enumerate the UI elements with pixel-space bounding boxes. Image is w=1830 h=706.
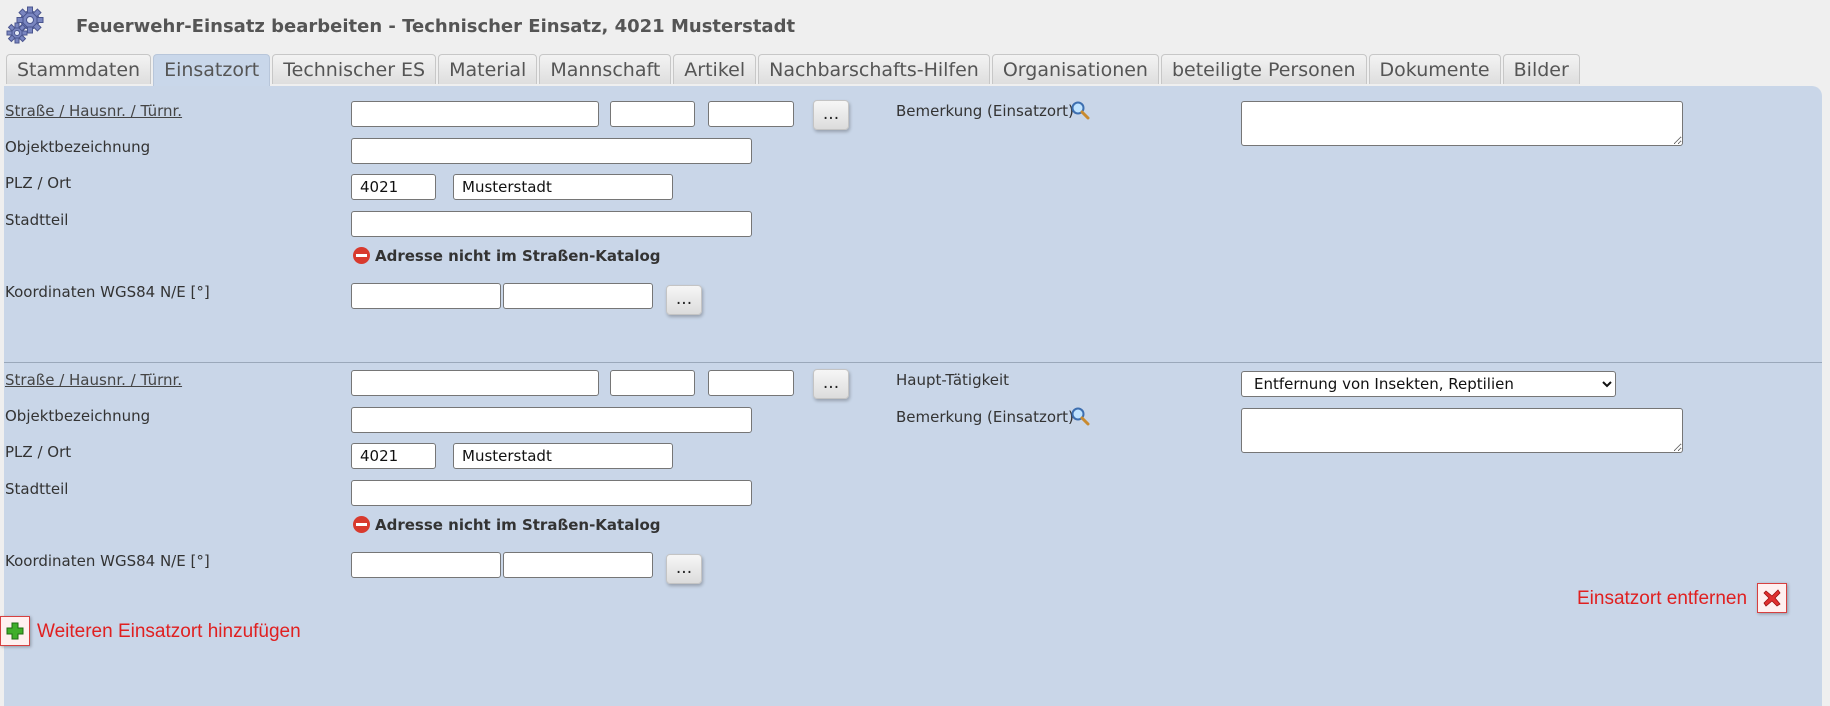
- city-input[interactable]: [453, 443, 673, 469]
- street-label[interactable]: Straße / Hausnr. / Türnr.: [5, 371, 182, 389]
- object-label: Objektbezeichnung: [5, 407, 151, 425]
- remark-textarea[interactable]: [1241, 101, 1683, 146]
- longitude-input[interactable]: [503, 552, 653, 578]
- tab-stammdaten[interactable]: Stammdaten: [6, 54, 152, 84]
- latitude-input[interactable]: [351, 283, 501, 309]
- coords-lookup-button[interactable]: ...: [666, 554, 702, 584]
- red-x-icon: [1763, 589, 1781, 607]
- zip-input[interactable]: [351, 443, 436, 469]
- zip-city-label: PLZ / Ort: [5, 443, 72, 461]
- remove-location-button[interactable]: [1757, 583, 1787, 613]
- tab-mannschaft[interactable]: Mannschaft: [539, 54, 672, 84]
- warning-text: Adresse nicht im Straßen-Katalog: [375, 247, 661, 265]
- add-location-button[interactable]: [0, 616, 30, 646]
- house-number-input[interactable]: [610, 101, 695, 127]
- activity-label: Haupt-Tätigkeit: [896, 371, 1010, 389]
- tab-einsatzort[interactable]: Einsatzort: [153, 54, 271, 86]
- coords-label: Koordinaten WGS84 N/E [°]: [5, 552, 210, 570]
- house-number-input[interactable]: [610, 370, 695, 396]
- city-input[interactable]: [453, 174, 673, 200]
- no-entry-icon: [353, 516, 370, 533]
- street-input[interactable]: [351, 101, 599, 127]
- object-input[interactable]: [351, 407, 752, 433]
- district-input[interactable]: [351, 480, 752, 506]
- tab-technischer-es[interactable]: Technischer ES: [272, 54, 437, 84]
- location-divider: [4, 362, 1822, 363]
- tab-material[interactable]: Material: [438, 54, 538, 84]
- activity-select[interactable]: Entfernung von Insekten, Reptilien: [1241, 371, 1616, 397]
- tab-organisationen[interactable]: Organisationen: [991, 54, 1159, 84]
- remark-label: Bemerkung (Einsatzort): [896, 102, 1074, 120]
- remark-textarea[interactable]: [1241, 408, 1683, 453]
- street-input[interactable]: [351, 370, 599, 396]
- magnifier-icon[interactable]: [1070, 406, 1090, 426]
- einsatzort-panel: Straße / Hausnr. / Türnr. ... Objektbeze…: [0, 86, 1822, 706]
- longitude-input[interactable]: [503, 283, 653, 309]
- tab-nachbarschafts-hilfen[interactable]: Nachbarschafts-Hilfen: [758, 54, 990, 84]
- district-label: Stadtteil: [5, 211, 69, 229]
- tab-dokumente[interactable]: Dokumente: [1368, 54, 1501, 84]
- tab-bar: Stammdaten Einsatzort Technischer ES Mat…: [6, 54, 1580, 86]
- district-input[interactable]: [351, 211, 752, 237]
- coords-label: Koordinaten WGS84 N/E [°]: [5, 283, 210, 301]
- magnifier-icon[interactable]: [1070, 100, 1090, 120]
- object-input[interactable]: [351, 138, 752, 164]
- page-title: Feuerwehr-Einsatz bearbeiten - Technisch…: [76, 16, 796, 37]
- tab-beteiligte-personen[interactable]: beteiligte Personen: [1160, 54, 1367, 84]
- remove-location-link[interactable]: Einsatzort entfernen: [1577, 588, 1747, 610]
- page-header: Feuerwehr-Einsatz bearbeiten - Technisch…: [0, 0, 1830, 52]
- address-lookup-button[interactable]: ...: [813, 369, 849, 399]
- district-label: Stadtteil: [5, 480, 69, 498]
- add-location-link[interactable]: Weiteren Einsatzort hinzufügen: [37, 621, 301, 643]
- latitude-input[interactable]: [351, 552, 501, 578]
- zip-input[interactable]: [351, 174, 436, 200]
- coords-lookup-button[interactable]: ...: [666, 285, 702, 315]
- gears-icon: [6, 6, 44, 44]
- street-label[interactable]: Straße / Hausnr. / Türnr.: [5, 102, 182, 120]
- tab-artikel[interactable]: Artikel: [673, 54, 757, 84]
- address-lookup-button[interactable]: ...: [813, 100, 849, 130]
- warning-text: Adresse nicht im Straßen-Katalog: [375, 516, 661, 534]
- no-entry-icon: [353, 247, 370, 264]
- remark-label: Bemerkung (Einsatzort): [896, 408, 1074, 426]
- zip-city-label: PLZ / Ort: [5, 174, 72, 192]
- green-plus-icon: [6, 622, 24, 640]
- address-warning: Adresse nicht im Straßen-Katalog: [353, 516, 661, 534]
- object-label: Objektbezeichnung: [5, 138, 151, 156]
- door-number-input[interactable]: [708, 101, 794, 127]
- door-number-input[interactable]: [708, 370, 794, 396]
- tab-bilder[interactable]: Bilder: [1502, 54, 1580, 84]
- address-warning: Adresse nicht im Straßen-Katalog: [353, 247, 661, 265]
